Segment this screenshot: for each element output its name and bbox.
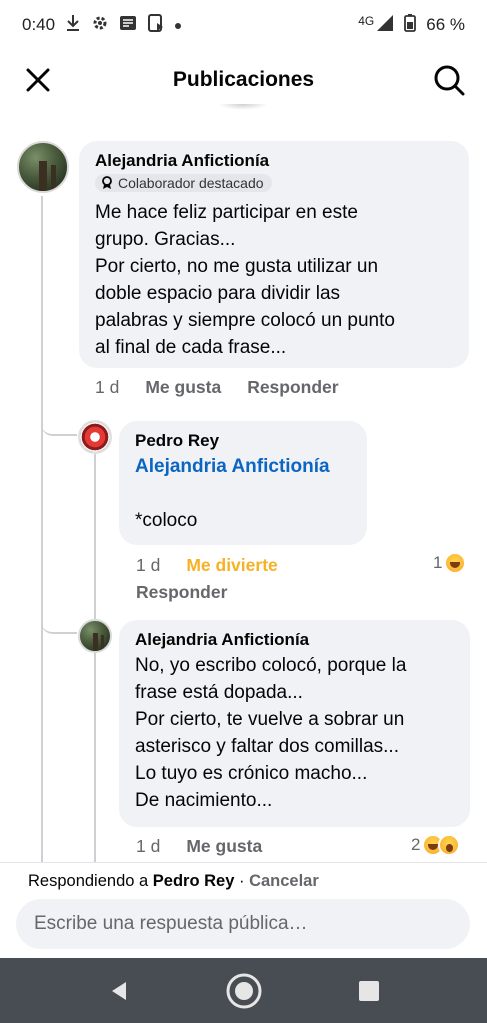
thread-line-sub: [94, 452, 96, 625]
search-button[interactable]: [433, 64, 465, 96]
haha-emoji-icon: [444, 552, 467, 574]
close-icon: [26, 68, 50, 92]
comment-text: No, yo escribo colocó, porque la frase e…: [135, 655, 407, 811]
thread-line-main: [41, 196, 43, 862]
battery-icon: [404, 13, 417, 37]
status-left: 0:40: [22, 13, 182, 37]
settings-icon: [91, 14, 109, 37]
avatar[interactable]: [17, 141, 69, 193]
message-icon: [119, 15, 137, 36]
comment-author[interactable]: Alejandria Anfictionía: [95, 151, 453, 171]
back-icon: [111, 981, 126, 1000]
comment-bubble[interactable]: Alejandria Anfictionía Colaborador desta…: [79, 141, 469, 368]
network-label: 4G: [358, 14, 375, 28]
like-button[interactable]: Me gusta: [145, 377, 221, 398]
screen-cast-icon: [147, 13, 165, 37]
mention-link[interactable]: Alejandria Anfictionía: [135, 453, 351, 481]
comment-time[interactable]: 1 d: [136, 555, 160, 576]
comment-actions-row2: Responder: [136, 582, 227, 603]
avatar[interactable]: [78, 619, 112, 653]
status-badge: Colaborador destacado: [95, 174, 272, 192]
comment-text: *coloco: [135, 510, 198, 531]
wow-emoji-icon: [438, 834, 461, 856]
battery-level: 66 %: [426, 15, 465, 34]
home-button[interactable]: [224, 971, 264, 1011]
close-button[interactable]: [22, 64, 54, 96]
comment-author[interactable]: Pedro Rey: [135, 431, 351, 451]
comment-bubble[interactable]: Alejandria Anfictionía No, yo escribo co…: [119, 620, 470, 827]
comment-actions: 1 d Me gusta: [136, 836, 262, 857]
badge-label: Colaborador destacado: [118, 175, 264, 191]
cancel-reply-button[interactable]: Cancelar: [249, 872, 319, 890]
replying-prefix: Respondiendo a: [28, 872, 153, 890]
comment-time[interactable]: 1 d: [136, 836, 160, 857]
reaction-button[interactable]: Me divierte: [186, 555, 277, 576]
thread-line-sub-2: [94, 652, 96, 862]
replying-target: Pedro Rey: [152, 872, 235, 890]
reaction-summary[interactable]: 2: [411, 834, 461, 856]
thread-branch-1: [41, 412, 77, 436]
thread-branch-2: [41, 610, 77, 634]
search-icon: [434, 65, 465, 96]
home-icon: [226, 973, 261, 1008]
scroll-indicator: [218, 104, 268, 110]
replying-separator: ·: [234, 872, 250, 890]
status-right: 4G 66 %: [358, 13, 465, 37]
app-header: Publicaciones: [0, 50, 487, 110]
reaction-summary[interactable]: 1: [433, 552, 467, 574]
comment-actions: 1 d Me gusta Responder: [95, 377, 339, 398]
comment-time[interactable]: 1 d: [95, 377, 119, 398]
comment-text: Me hace feliz participar en este grupo. …: [95, 202, 395, 358]
comment-author[interactable]: Alejandria Anfictionía: [135, 630, 454, 650]
reply-input[interactable]: [16, 899, 470, 949]
avatar[interactable]: [78, 420, 112, 454]
divider: [0, 862, 487, 863]
recents-button[interactable]: [349, 971, 389, 1011]
reply-button[interactable]: Responder: [247, 377, 338, 398]
recents-icon: [358, 980, 379, 1001]
page-title: Publicaciones: [172, 68, 315, 91]
status-time: 0:40: [22, 15, 56, 34]
award-icon: [102, 176, 112, 189]
reply-button[interactable]: Responder: [136, 582, 227, 603]
signal-icon: [376, 14, 394, 37]
comment-bubble[interactable]: Pedro Rey Alejandria Anfictionía *coloco: [119, 421, 367, 545]
like-button[interactable]: Me gusta: [186, 836, 262, 857]
thread-branch-3: [94, 610, 96, 612]
back-button[interactable]: [99, 971, 139, 1011]
download-icon: [65, 14, 81, 37]
system-nav-bar: [0, 958, 487, 1023]
status-bar: 0:40 4G 66 %: [0, 0, 487, 50]
dot-icon: [175, 16, 182, 34]
replying-to-line: Respondiendo a Pedro Rey · Cancelar: [28, 872, 319, 891]
comment-actions: 1 d Me divierte: [136, 555, 278, 576]
reaction-count: 1: [433, 553, 443, 572]
reaction-count: 2: [411, 835, 421, 854]
